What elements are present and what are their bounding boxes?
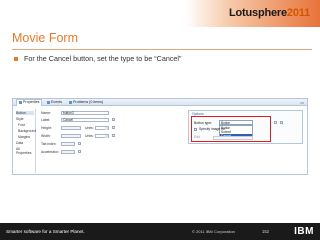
- sidebar-item-font[interactable]: Font: [18, 123, 25, 127]
- properties-icon: [19, 100, 22, 104]
- sidebar-item-margins[interactable]: Margins: [18, 135, 30, 139]
- height-units-select[interactable]: [95, 126, 109, 130]
- width-label: Width:: [41, 134, 51, 138]
- tab-problems[interactable]: Problems (0 items): [67, 100, 105, 105]
- sidebar-item-all-properties[interactable]: All Properties: [16, 147, 35, 155]
- footer-bar: Smarter software for a Smarter Planet. ©…: [0, 223, 320, 240]
- brand-name: Lotusphere: [229, 7, 287, 19]
- events-icon: [47, 100, 50, 104]
- width-picker-icon[interactable]: [112, 134, 115, 137]
- name-field[interactable]: button3: [61, 111, 109, 115]
- accelerator-picker-icon[interactable]: [78, 150, 81, 153]
- problems-icon: [69, 100, 72, 104]
- label-label: Label:: [41, 118, 51, 122]
- tab-properties[interactable]: Properties: [16, 99, 43, 106]
- name-label: Name:: [41, 111, 51, 115]
- tab-index-label: Tab index:: [41, 142, 57, 146]
- ibm-logo: IBM: [294, 226, 314, 237]
- tab-properties-label: Properties: [23, 100, 40, 104]
- height-label: Height:: [41, 126, 52, 130]
- height-units-label: Units:: [85, 126, 94, 130]
- lotusphere-logo: Lotusphere2011: [229, 7, 310, 19]
- label-field[interactable]: Cancel: [61, 118, 109, 122]
- sidebar-item-data[interactable]: Data: [16, 141, 23, 145]
- page-number: 152: [262, 229, 269, 234]
- tab-index-field[interactable]: [61, 142, 75, 146]
- height-picker-icon[interactable]: [112, 126, 115, 129]
- sidebar-item-style[interactable]: Style: [16, 117, 24, 121]
- label-picker-icon[interactable]: [112, 118, 115, 121]
- title-divider: [12, 49, 312, 50]
- properties-screenshot: Properties Events Problems (0 items) ▭ B…: [12, 98, 308, 175]
- bullet-text: For the Cancel button, set the type to b…: [24, 54, 182, 63]
- tab-events-label: Events: [51, 100, 62, 104]
- height-field[interactable]: [61, 126, 81, 130]
- minimize-icon[interactable]: ▭: [300, 100, 304, 105]
- sidebar-item-background[interactable]: Background: [18, 129, 36, 133]
- brand-year: 2011: [286, 7, 310, 19]
- view-tab-bar: Properties Events Problems (0 items) ▭: [13, 99, 307, 106]
- tab-index-picker-icon[interactable]: [78, 142, 81, 145]
- top-banner: Lotusphere2011: [0, 0, 320, 27]
- bullet-item: For the Cancel button, set the type to b…: [14, 54, 181, 63]
- tab-events[interactable]: Events: [45, 100, 64, 105]
- highlight-box: [191, 116, 271, 142]
- browse-icon[interactable]: [280, 121, 283, 124]
- accelerator-label: Accelerator:: [41, 150, 60, 154]
- width-field[interactable]: [61, 134, 81, 138]
- properties-sidebar: Button Style Font Background Margins Dat…: [15, 109, 36, 173]
- width-units-label: Units:: [85, 134, 94, 138]
- bullet-marker-icon: [14, 56, 18, 61]
- slide-title: Movie Form: [12, 31, 78, 45]
- clear-icon[interactable]: [274, 121, 277, 124]
- accelerator-field[interactable]: [61, 150, 75, 154]
- tab-problems-label: Problems (0 items): [73, 100, 104, 104]
- footer-tagline: Smarter software for a Smarter Planet.: [6, 229, 85, 234]
- sidebar-item-button[interactable]: Button: [16, 111, 34, 115]
- footer-copyright: © 2011 IBM Corporation: [192, 229, 235, 234]
- width-units-select[interactable]: [95, 134, 109, 138]
